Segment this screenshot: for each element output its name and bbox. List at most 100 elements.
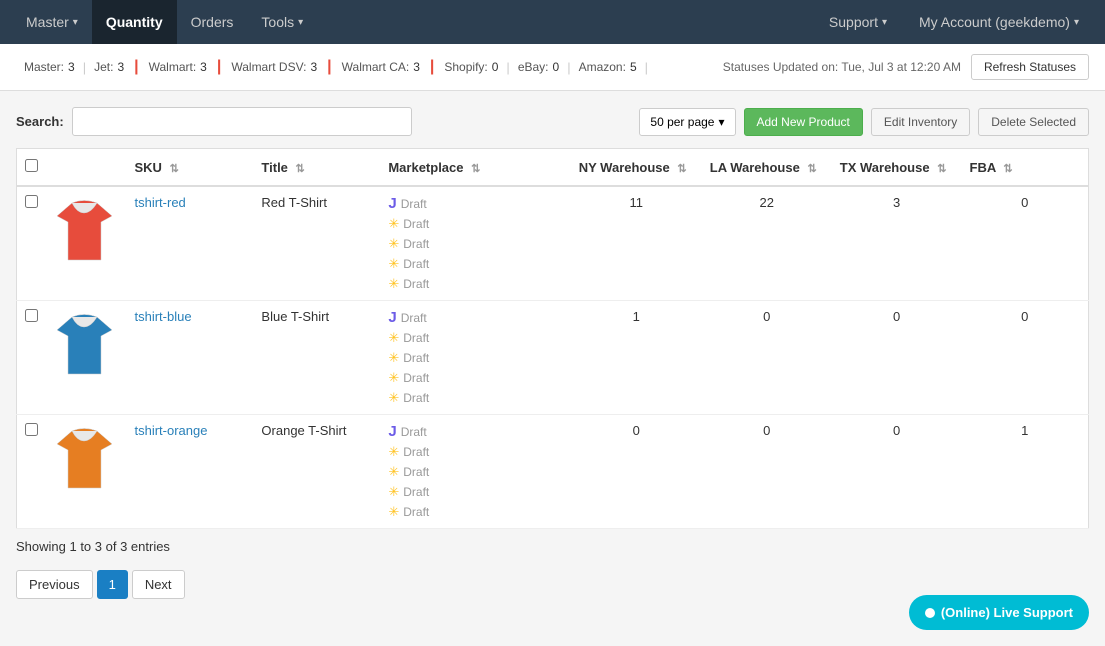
marketplace-jet: J Draft <box>388 309 562 326</box>
search-input[interactable] <box>72 107 412 136</box>
add-new-product-button[interactable]: Add New Product <box>744 108 863 136</box>
walmart-draft-label: Draft <box>403 257 429 271</box>
row-ny-cell: 1 <box>571 301 702 415</box>
walmart-icon: ✳ <box>388 464 399 480</box>
nav-account[interactable]: My Account (geekdemo) ▾ <box>905 0 1093 44</box>
row-checkbox[interactable] <box>25 195 38 208</box>
walmart-draft-label: Draft <box>403 465 429 479</box>
ny-sort-icon: ⇅ <box>677 163 686 175</box>
row-checkbox-cell[interactable] <box>17 415 47 529</box>
header-title[interactable]: Title ⇅ <box>253 149 380 187</box>
search-bar: Search: 50 per page ▾ Add New Product Ed… <box>16 107 1089 136</box>
inventory-table: SKU ⇅ Title ⇅ Marketplace ⇅ NY Warehouse… <box>16 148 1089 529</box>
ny-quantity: 0 <box>633 423 640 438</box>
status-walmart-ca: Walmart CA: 3 <box>334 60 428 74</box>
marketplace-walmart: ✳ Draft <box>388 390 562 406</box>
marketplace-list: J Draft ✳ Draft ✳ Draft ✳ Draft ✳ Draft <box>388 423 562 520</box>
status-walmart-label: Walmart: <box>149 60 197 74</box>
table-row: tshirt-blue Blue T-Shirt J Draft ✳ Draft… <box>17 301 1089 415</box>
status-walmart-dsv-label: Walmart DSV: <box>231 60 306 74</box>
refresh-statuses-button[interactable]: Refresh Statuses <box>971 54 1089 80</box>
walmart-draft-label: Draft <box>403 237 429 251</box>
status-ebay-count: 0 <box>553 60 560 74</box>
nav-orders-label: Orders <box>191 14 234 30</box>
table-row: tshirt-orange Orange T-Shirt J Draft ✳ D… <box>17 415 1089 529</box>
header-marketplace[interactable]: Marketplace ⇅ <box>380 149 570 187</box>
walmart-draft-label: Draft <box>403 485 429 499</box>
fba-quantity: 0 <box>1021 309 1028 324</box>
row-image-cell <box>47 415 127 529</box>
nav-master[interactable]: Master ▾ <box>12 0 92 44</box>
nav-orders[interactable]: Orders <box>177 0 248 44</box>
row-tx-cell: 0 <box>832 415 962 529</box>
marketplace-walmart: ✳ Draft <box>388 504 562 520</box>
tx-quantity: 0 <box>893 423 900 438</box>
status-walmart: Walmart: 3 <box>141 60 215 74</box>
walmart-icon: ✳ <box>388 350 399 366</box>
row-fba-cell: 0 <box>962 301 1089 415</box>
header-ny-warehouse[interactable]: NY Warehouse ⇅ <box>571 149 702 187</box>
walmart-icon: ✳ <box>388 390 399 406</box>
row-ny-cell: 0 <box>571 415 702 529</box>
per-page-button[interactable]: 50 per page ▾ <box>639 108 735 136</box>
nav-tools[interactable]: Tools ▾ <box>247 0 317 44</box>
walmart-draft-label: Draft <box>403 217 429 231</box>
previous-button[interactable]: Previous <box>16 570 93 599</box>
table-header-row: SKU ⇅ Title ⇅ Marketplace ⇅ NY Warehouse… <box>17 149 1089 187</box>
delete-selected-button[interactable]: Delete Selected <box>978 108 1089 136</box>
next-button[interactable]: Next <box>132 570 185 599</box>
nav-master-caret: ▾ <box>73 17 78 28</box>
product-image <box>55 423 115 493</box>
main-content: Search: 50 per page ▾ Add New Product Ed… <box>0 91 1105 615</box>
marketplace-walmart: ✳ Draft <box>388 370 562 386</box>
walmart-icon: ✳ <box>388 216 399 232</box>
select-all-checkbox[interactable] <box>25 159 38 172</box>
sep-4: | <box>645 60 648 75</box>
row-checkbox-cell[interactable] <box>17 186 47 301</box>
top-nav: Master ▾ Quantity Orders Tools ▾ Support… <box>0 0 1105 44</box>
status-walmart-dsv: Walmart DSV: 3 <box>223 60 325 74</box>
row-fba-cell: 1 <box>962 415 1089 529</box>
showing-text: Showing 1 to 3 of 3 entries <box>16 539 1089 554</box>
jet-icon: J <box>388 195 396 212</box>
nav-account-caret: ▾ <box>1074 17 1079 28</box>
jet-icon: J <box>388 309 396 326</box>
row-checkbox[interactable] <box>25 423 38 436</box>
fba-sort-icon: ⇅ <box>1003 163 1012 175</box>
tx-sort-icon: ⇅ <box>937 163 946 175</box>
edit-inventory-button[interactable]: Edit Inventory <box>871 108 970 136</box>
marketplace-walmart: ✳ Draft <box>388 330 562 346</box>
nav-tools-label: Tools <box>261 14 294 30</box>
marketplace-walmart: ✳ Draft <box>388 256 562 272</box>
title-sort-icon: ⇅ <box>296 163 305 175</box>
row-checkbox[interactable] <box>25 309 38 322</box>
nav-right: Support ▾ My Account (geekdemo) ▾ <box>815 0 1093 44</box>
header-sku-label: SKU <box>135 160 162 175</box>
row-title-cell: Blue T-Shirt <box>253 301 380 415</box>
la-quantity: 0 <box>763 423 770 438</box>
header-fba[interactable]: FBA ⇅ <box>962 149 1089 187</box>
walmart-icon: ✳ <box>388 276 399 292</box>
nav-support[interactable]: Support ▾ <box>815 0 901 44</box>
ny-quantity: 1 <box>633 309 640 324</box>
product-sku: tshirt-red <box>135 195 186 210</box>
row-sku-cell: tshirt-red <box>127 186 254 301</box>
walmart-icon: ✳ <box>388 484 399 500</box>
header-title-label: Title <box>261 160 288 175</box>
row-fba-cell: 0 <box>962 186 1089 301</box>
status-jet-label: Jet: <box>94 60 113 74</box>
table-row: tshirt-red Red T-Shirt J Draft ✳ Draft ✳… <box>17 186 1089 301</box>
page-1-button[interactable]: 1 <box>97 570 128 599</box>
row-checkbox-cell[interactable] <box>17 301 47 415</box>
header-tx-warehouse[interactable]: TX Warehouse ⇅ <box>832 149 962 187</box>
live-support-button[interactable]: (Online) Live Support <box>909 595 1089 630</box>
jet-draft-label: Draft <box>401 311 427 325</box>
header-la-warehouse[interactable]: LA Warehouse ⇅ <box>702 149 832 187</box>
product-image <box>55 309 115 379</box>
product-title: Orange T-Shirt <box>261 423 346 438</box>
walmart-draft-label: Draft <box>403 331 429 345</box>
nav-quantity[interactable]: Quantity <box>92 0 177 44</box>
marketplace-walmart: ✳ Draft <box>388 216 562 232</box>
header-sku[interactable]: SKU ⇅ <box>127 149 254 187</box>
header-checkbox[interactable] <box>17 149 47 187</box>
